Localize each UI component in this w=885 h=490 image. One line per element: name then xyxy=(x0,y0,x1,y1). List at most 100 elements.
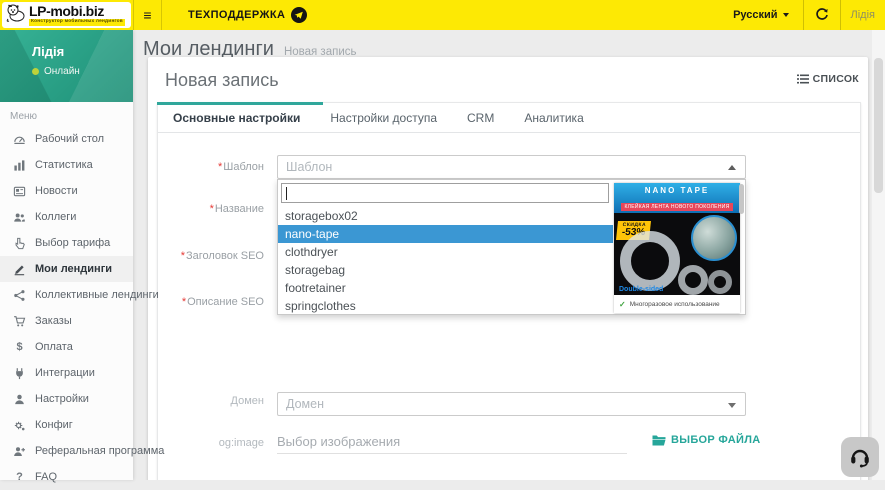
text-cursor xyxy=(286,187,287,200)
preview-header: NANO TAPE КЛЕЙКАЯ ЛЕНТА НОВОГО ПОКОЛЕНИЯ xyxy=(614,183,740,213)
choose-file-button[interactable]: ВЫБОР ФАЙЛА xyxy=(652,434,761,446)
language-label: Русский xyxy=(733,9,777,21)
sidebar-item-integrations[interactable]: Интеграции xyxy=(0,360,133,386)
tab-crm[interactable]: CRM xyxy=(452,103,509,133)
list-button[interactable]: СПИСОК xyxy=(797,73,859,85)
template-label: *Шаблон xyxy=(158,161,264,173)
sidebar-item-my-landings[interactable]: Мои лендинги xyxy=(0,256,133,282)
tape-roll-small-2 xyxy=(708,270,732,294)
news-icon xyxy=(12,185,27,198)
list-icon xyxy=(797,74,809,85)
name-label: *Название xyxy=(158,203,264,215)
refresh-icon xyxy=(815,8,829,22)
og-image-input[interactable] xyxy=(277,430,627,454)
folder-icon xyxy=(652,434,666,446)
dropdown-options: storagebox02 nano-tape clothdryer storag… xyxy=(278,207,613,315)
domain-select[interactable]: Домен xyxy=(277,392,746,416)
tab-analytics[interactable]: Аналитика xyxy=(509,103,598,133)
template-preview-image: NANO TAPE КЛЕЙКАЯ ЛЕНТА НОВОГО ПОКОЛЕНИЯ… xyxy=(614,183,740,313)
tab-bar: Основные настройки Настройки доступа CRM… xyxy=(158,103,860,133)
active-tab-indicator xyxy=(157,102,323,105)
online-status-label: Онлайн xyxy=(44,66,80,77)
template-select[interactable]: Шаблон xyxy=(277,155,746,179)
sidebar-item-collective-landings[interactable]: Коллективные лендинги xyxy=(0,282,133,308)
preview-body: СКИДКА -53% Double-sided xyxy=(614,213,740,295)
language-selector[interactable]: Русский xyxy=(719,0,802,30)
option-clothdryer[interactable]: clothdryer xyxy=(278,243,613,261)
page-scrollbar[interactable] xyxy=(872,30,885,480)
online-status-dot xyxy=(32,68,39,75)
app-logo[interactable]: LP-mobi.biz Конструктор мобильных лендин… xyxy=(2,2,131,28)
seo-description-label: *Описание SEO xyxy=(158,296,264,308)
content-panel: Новая запись СПИСОК Основные настройки Н… xyxy=(148,57,868,480)
seo-title-label: *Заголовок SEO xyxy=(158,250,264,262)
support-button[interactable]: ТЕХПОДДЕРЖКА xyxy=(178,0,317,30)
topbar: LP-mobi.biz Конструктор мобильных лендин… xyxy=(0,0,885,30)
pencil-icon xyxy=(12,263,27,276)
sidebar: Лідія Онлайн Меню Рабочий стол Статистик… xyxy=(0,30,133,480)
preview-subtitle: КЛЕЙКАЯ ЛЕНТА НОВОГО ПОКОЛЕНИЯ xyxy=(621,203,732,211)
template-select-placeholder: Шаблон xyxy=(286,160,332,174)
sidebar-item-orders[interactable]: Заказы xyxy=(0,308,133,334)
chevron-down-icon xyxy=(728,403,736,408)
headset-icon xyxy=(848,445,872,469)
chevron-down-icon xyxy=(783,13,789,17)
sidebar-item-referral[interactable]: Реферальная программа xyxy=(0,438,133,464)
scrollbar-thumb[interactable] xyxy=(874,58,883,193)
sidebar-item-statistics[interactable]: Статистика xyxy=(0,152,133,178)
og-image-label: og:image xyxy=(158,437,264,449)
preview-feature: Многоразовое использование xyxy=(630,301,720,308)
user-plus-icon xyxy=(12,445,27,458)
domain-select-placeholder: Домен xyxy=(286,397,324,411)
menu-section-label: Меню xyxy=(10,111,133,122)
tab-main-settings[interactable]: Основные настройки xyxy=(158,103,315,133)
profile-card[interactable]: Лідія Онлайн xyxy=(0,30,133,102)
refresh-button[interactable] xyxy=(804,0,840,30)
preview-title: NANO TAPE xyxy=(614,183,740,195)
preview-caption: Double-sided xyxy=(619,286,663,293)
sidebar-item-faq[interactable]: ? FAQ xyxy=(0,464,133,490)
option-springclothes[interactable]: springclothes xyxy=(278,297,613,315)
dollar-icon: $ xyxy=(12,341,27,353)
template-dropdown: storagebox02 nano-tape clothdryer storag… xyxy=(277,179,746,315)
sidebar-item-payment[interactable]: $ Оплата xyxy=(0,334,133,360)
dog-logo-icon xyxy=(5,3,26,28)
question-icon: ? xyxy=(12,471,27,483)
tape-roll-large xyxy=(620,231,680,291)
dropdown-search-input[interactable] xyxy=(281,183,609,203)
main-content: Мои лендинги Новая запись Новая запись С… xyxy=(133,30,885,480)
user-icon xyxy=(12,393,27,406)
logo-title: LP-mobi.biz xyxy=(29,4,125,18)
option-storagebox02[interactable]: storagebox02 xyxy=(278,207,613,225)
plug-icon xyxy=(12,367,27,380)
support-chat-widget[interactable] xyxy=(841,437,879,477)
sidebar-item-tariff[interactable]: Выбор тарифа xyxy=(0,230,133,256)
sidebar-item-colleagues[interactable]: Коллеги xyxy=(0,204,133,230)
hamburger-menu-icon[interactable]: ≡ xyxy=(133,0,162,30)
pointer-icon xyxy=(12,237,27,250)
dropdown-scrollbar[interactable] xyxy=(739,184,744,214)
option-nano-tape[interactable]: nano-tape xyxy=(278,225,613,243)
support-label: ТЕХПОДДЕРЖКА xyxy=(188,9,285,21)
topbar-username[interactable]: Лідія xyxy=(841,0,885,30)
chevron-up-icon xyxy=(728,165,736,170)
profile-name: Лідія xyxy=(32,44,133,59)
share-icon xyxy=(12,289,27,302)
cart-icon xyxy=(12,315,27,328)
sidebar-item-news[interactable]: Новости xyxy=(0,178,133,204)
sidebar-item-desktop[interactable]: Рабочий стол xyxy=(0,126,133,152)
sidebar-item-settings[interactable]: Настройки xyxy=(0,386,133,412)
option-footretainer[interactable]: footretainer xyxy=(278,279,613,297)
option-storagebag[interactable]: storagebag xyxy=(278,261,613,279)
dashboard-icon xyxy=(12,133,27,146)
tape-roll-small-1 xyxy=(678,265,708,295)
preview-inset-photo xyxy=(691,215,737,261)
sidebar-item-config[interactable]: Конфиг xyxy=(0,412,133,438)
tab-access-settings[interactable]: Настройки доступа xyxy=(315,103,452,133)
preview-footer: ✓ Многоразовое использование xyxy=(614,295,740,313)
telegram-icon xyxy=(291,7,307,23)
panel-title: Новая запись xyxy=(165,70,279,91)
check-icon: ✓ xyxy=(619,300,626,309)
gears-icon xyxy=(12,419,27,432)
logo-subtitle: Конструктор мобильных лендингов xyxy=(29,19,125,26)
